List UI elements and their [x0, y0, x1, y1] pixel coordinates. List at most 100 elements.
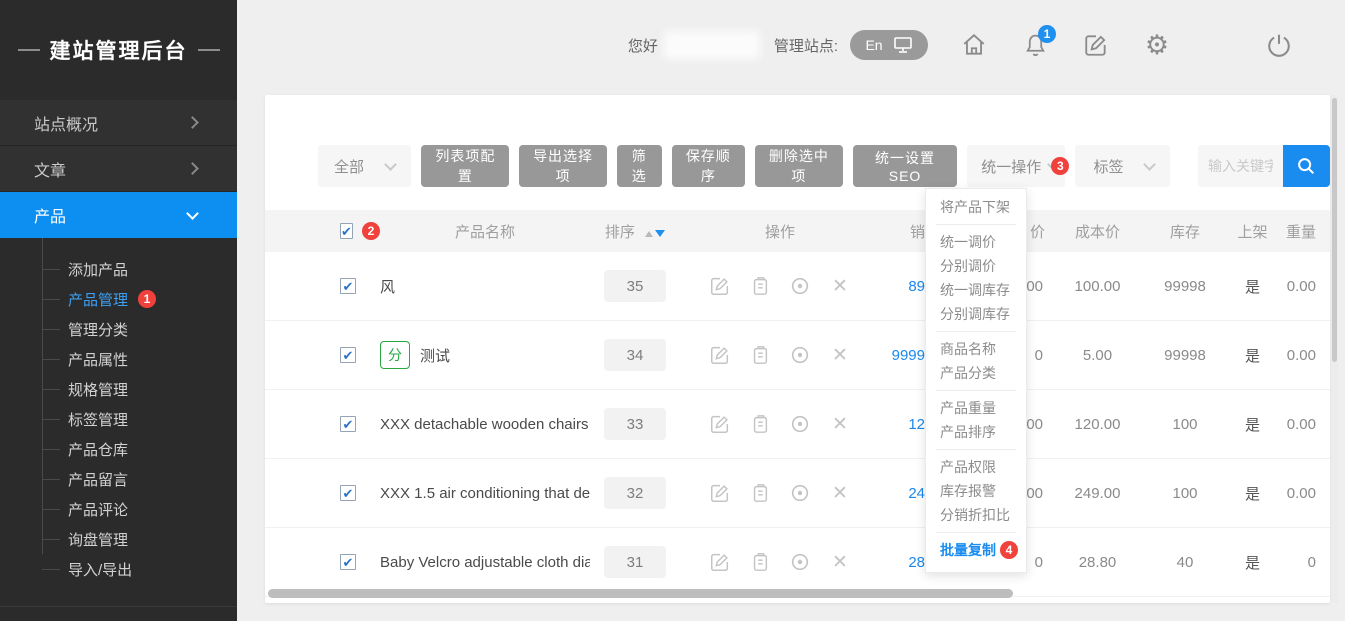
- sidebar-item-products[interactable]: 产品: [0, 192, 237, 238]
- menu-item-product-category[interactable]: 产品分类: [926, 361, 1026, 385]
- sort-value-input[interactable]: 31: [604, 546, 666, 578]
- save-order-button[interactable]: 保存顺序: [672, 145, 745, 187]
- search-input[interactable]: [1198, 145, 1283, 187]
- copy-icon[interactable]: [748, 412, 772, 436]
- sales-count-link[interactable]: 24: [880, 485, 925, 502]
- product-name[interactable]: 风: [380, 276, 590, 297]
- export-selected-button[interactable]: 导出选择项: [519, 145, 607, 187]
- preview-icon[interactable]: [788, 412, 812, 436]
- preview-icon[interactable]: [788, 343, 812, 367]
- bulk-operations-select[interactable]: 统一操作 3: [967, 145, 1065, 187]
- sort-arrows-icon[interactable]: [645, 230, 665, 237]
- submenu-import-export[interactable]: 导入/导出: [0, 554, 237, 584]
- sort-value-input[interactable]: 32: [604, 477, 666, 509]
- submenu-product-messages[interactable]: 产品留言: [0, 464, 237, 494]
- step-badge-4: 4: [1000, 541, 1018, 559]
- menu-item-unified-price[interactable]: 统一调价: [926, 230, 1026, 254]
- search-button[interactable]: [1283, 145, 1330, 187]
- submenu-spec-management[interactable]: 规格管理: [0, 374, 237, 404]
- row-checkbox[interactable]: ✔: [340, 347, 356, 363]
- language-site-switch[interactable]: En: [850, 30, 928, 60]
- delete-selected-button[interactable]: 删除选中项: [755, 145, 843, 187]
- row-checkbox[interactable]: ✔: [340, 554, 356, 570]
- menu-item-product-name[interactable]: 商品名称: [926, 337, 1026, 361]
- bulk-seo-button[interactable]: 统一设置SEO: [853, 145, 958, 187]
- sales-count-link[interactable]: 89: [880, 278, 925, 295]
- filter-button[interactable]: 筛选: [617, 145, 662, 187]
- product-name[interactable]: 分 测试: [380, 341, 590, 369]
- edit-icon[interactable]: [708, 274, 732, 298]
- chevron-right-icon: [186, 116, 199, 129]
- delete-icon[interactable]: ✕: [828, 343, 852, 367]
- edit-icon[interactable]: [1082, 31, 1110, 59]
- content-card: 全部 列表项配置 导出选择项 筛选 保存顺序 删除选中项 统一设置SEO 统一操…: [265, 95, 1330, 603]
- menu-item-bulk-copy[interactable]: 批量复制 4: [926, 538, 1026, 562]
- delete-icon[interactable]: ✕: [828, 550, 852, 574]
- submenu-tag-management[interactable]: 标签管理: [0, 404, 237, 434]
- submenu-product-management[interactable]: 产品管理 1: [0, 284, 237, 314]
- preview-icon[interactable]: [788, 481, 812, 505]
- delete-icon[interactable]: ✕: [828, 274, 852, 298]
- menu-item-product-sort[interactable]: 产品排序: [926, 420, 1026, 444]
- sales-count-link[interactable]: 28: [880, 554, 925, 571]
- edit-icon[interactable]: [708, 343, 732, 367]
- submenu-manage-categories[interactable]: 管理分类: [0, 314, 237, 344]
- preview-icon[interactable]: [788, 274, 812, 298]
- copy-icon[interactable]: [748, 481, 772, 505]
- menu-item-delist-products[interactable]: 将产品下架: [926, 195, 1026, 219]
- sort-value-input[interactable]: 35: [604, 270, 666, 302]
- row-checkbox[interactable]: ✔: [340, 416, 356, 432]
- settings-gear-icon[interactable]: ⚙: [1143, 31, 1171, 59]
- copy-icon[interactable]: [748, 343, 772, 367]
- delete-icon[interactable]: ✕: [828, 481, 852, 505]
- manage-site-label: 管理站点:: [774, 35, 838, 56]
- menu-item-separate-stock[interactable]: 分别调库存: [926, 302, 1026, 326]
- row-checkbox[interactable]: ✔: [340, 485, 356, 501]
- product-name[interactable]: XXX detachable wooden chairs: [380, 416, 590, 433]
- sort-value-input[interactable]: 34: [604, 339, 666, 371]
- toolbar: 全部 列表项配置 导出选择项 筛选 保存顺序 删除选中项 统一设置SEO 统一操…: [318, 145, 1330, 187]
- list-config-button[interactable]: 列表项配置: [421, 145, 509, 187]
- scrollbar-thumb[interactable]: [1332, 98, 1337, 362]
- edit-icon[interactable]: [708, 481, 732, 505]
- submenu-add-product[interactable]: 添加产品: [0, 254, 237, 284]
- horizontal-scrollbar[interactable]: [268, 589, 1013, 598]
- table-header-row: ✔ 2 产品名称 排序 操作 销 价 成本价 库存 上架 重量: [265, 210, 1330, 252]
- preview-icon[interactable]: [788, 550, 812, 574]
- copy-icon[interactable]: [748, 550, 772, 574]
- menu-item-product-weight[interactable]: 产品重量: [926, 396, 1026, 420]
- submenu-product-attributes[interactable]: 产品属性: [0, 344, 237, 374]
- product-name[interactable]: Baby Velcro adjustable cloth dia: [380, 554, 590, 571]
- menu-item-product-permission[interactable]: 产品权限: [926, 455, 1026, 479]
- delete-icon[interactable]: ✕: [828, 412, 852, 436]
- menu-item-unified-stock[interactable]: 统一调库存: [926, 278, 1026, 302]
- row-checkbox[interactable]: ✔: [340, 278, 356, 294]
- tags-select[interactable]: 标签: [1075, 145, 1170, 187]
- vertical-scrollbar[interactable]: [1331, 95, 1338, 603]
- sales-count-link[interactable]: 12: [880, 416, 925, 433]
- submenu-product-reviews[interactable]: 产品评论: [0, 494, 237, 524]
- notifications-bell-icon[interactable]: 1: [1021, 31, 1049, 59]
- menu-item-distribution-discount[interactable]: 分销折扣比: [926, 503, 1026, 527]
- chevron-down-icon: [385, 158, 398, 171]
- category-filter-select[interactable]: 全部: [318, 145, 411, 187]
- sidebar-divider: [0, 606, 237, 607]
- menu-item-separate-price[interactable]: 分别调价: [926, 254, 1026, 278]
- submenu-inquiry-management[interactable]: 询盘管理: [0, 524, 237, 554]
- edit-icon[interactable]: [708, 412, 732, 436]
- menu-item-stock-alert[interactable]: 库存报警: [926, 479, 1026, 503]
- sort-value-input[interactable]: 33: [604, 408, 666, 440]
- edit-icon[interactable]: [708, 550, 732, 574]
- select-all-checkbox[interactable]: ✔: [340, 223, 353, 239]
- apps-grid-icon[interactable]: [1204, 31, 1232, 59]
- product-name[interactable]: XXX 1.5 air conditioning that de: [380, 485, 590, 502]
- sales-count-link[interactable]: 9999: [880, 347, 925, 364]
- language-code: En: [865, 37, 882, 53]
- submenu-product-warehouse[interactable]: 产品仓库: [0, 434, 237, 464]
- home-icon[interactable]: [960, 31, 988, 59]
- sidebar-item-site-overview[interactable]: 站点概况: [0, 100, 237, 146]
- sidebar-item-articles[interactable]: 文章: [0, 146, 237, 192]
- col-sort[interactable]: 排序: [590, 221, 680, 242]
- copy-icon[interactable]: [748, 274, 772, 298]
- logout-power-icon[interactable]: [1265, 31, 1293, 59]
